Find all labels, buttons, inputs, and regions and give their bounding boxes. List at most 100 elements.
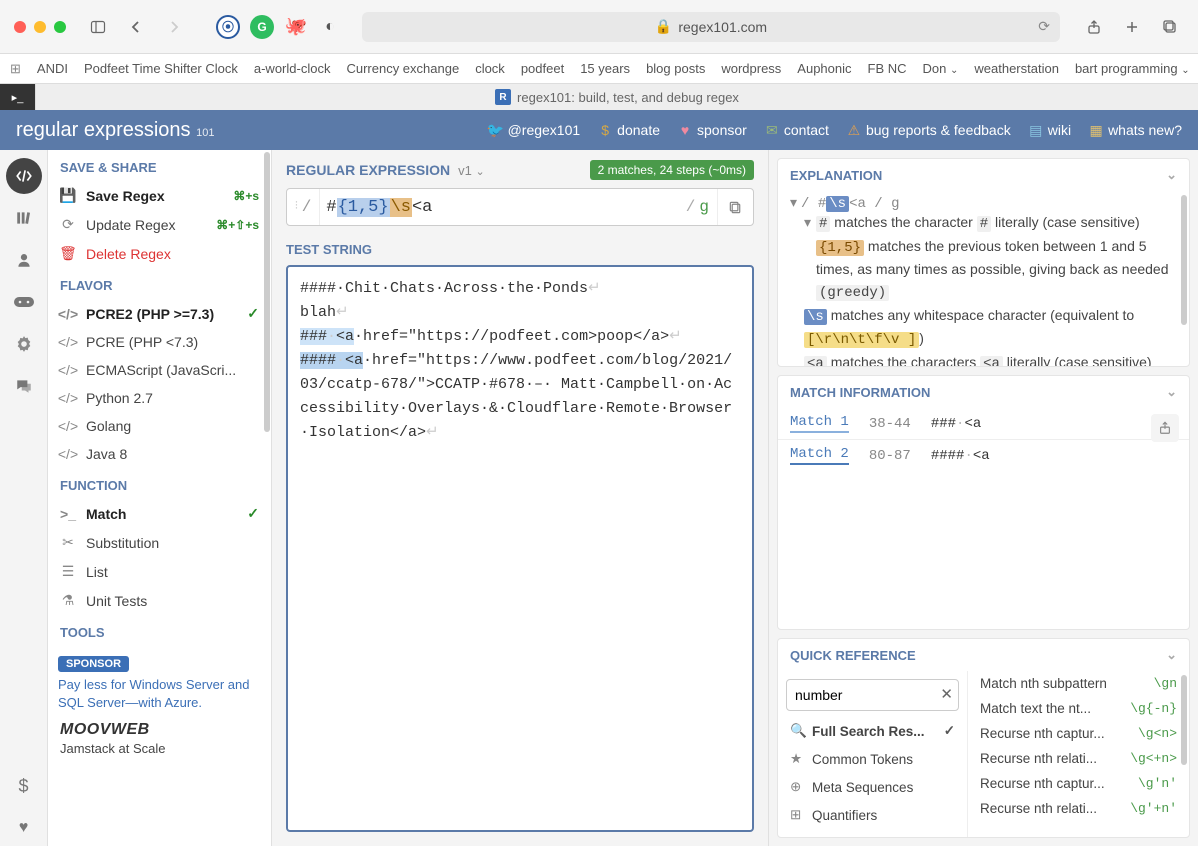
flavor-ecmascript[interactable]: </>ECMAScript (JavaScri... [48, 356, 271, 384]
app-header: regular expressions 101 🐦@regex101 $dona… [0, 110, 1198, 150]
function-unit-tests[interactable]: ⚗Unit Tests [48, 586, 271, 615]
flavor-pcre[interactable]: </>PCRE (PHP <7.3) [48, 328, 271, 356]
quickref-header[interactable]: QUICK REFERENCE⌄ [778, 639, 1189, 671]
left-scrollbar[interactable] [263, 150, 271, 846]
quickref-item[interactable]: Recurse nth relati...\g<+n> [968, 746, 1189, 771]
explanation-root[interactable]: ▾/ #\s<a / g [790, 195, 1177, 212]
match-row-1[interactable]: Match 1 38-44 ###·<a [778, 408, 1189, 440]
delimiter-menu[interactable]: ⫶/ [287, 189, 320, 225]
explanation-header[interactable]: EXPLANATION⌄ [778, 159, 1189, 191]
sponsor-moovweb-logo[interactable]: MOOVWEB [60, 721, 259, 739]
rail-donate[interactable]: $ [6, 768, 42, 804]
test-string-input[interactable]: ####·Chit·Chats·Across·the·Ponds↵ blah↵ … [286, 265, 754, 832]
regex-pattern-field[interactable]: #{1,5}\s<a [320, 189, 677, 225]
bugs-link[interactable]: ⚠bug reports & feedback [847, 122, 1011, 138]
scrollbar-thumb[interactable] [1181, 675, 1187, 765]
bookmark-andi[interactable]: ANDI [37, 61, 68, 76]
regex-version[interactable]: v1 ⌄ [458, 163, 485, 178]
quickref-item[interactable]: Recurse nth relati...\g'+n' [968, 796, 1189, 821]
flavor-pcre2[interactable]: </>PCRE2 (PHP >=7.3)✓ [48, 299, 271, 328]
flavor-java[interactable]: </>Java 8 [48, 440, 271, 468]
function-match[interactable]: >_Match✓ [48, 499, 271, 528]
quickref-item[interactable]: Match nth subpattern\gn [968, 671, 1189, 696]
rail-settings[interactable] [6, 326, 42, 362]
bookmark-clock[interactable]: clock [475, 61, 505, 76]
update-regex-item[interactable]: ⟳ Update Regex ⌘+⇧+s [48, 210, 271, 239]
new-tab-icon[interactable] [1118, 13, 1146, 41]
wiki-link[interactable]: ▤wiki [1029, 122, 1071, 138]
quickref-cat-common[interactable]: ★Common Tokens [786, 745, 959, 773]
contact-link[interactable]: ✉contact [765, 122, 829, 138]
whatsnew-link[interactable]: ▦whats new? [1089, 122, 1182, 138]
apps-grid-icon[interactable]: ⊞ [10, 61, 21, 77]
regex-section-title: REGULAR EXPRESSION [286, 162, 450, 178]
twitter-link[interactable]: 🐦@regex101 [489, 122, 581, 138]
sponsor-link-azure[interactable]: Pay less for Windows Server and SQL Serv… [58, 676, 261, 711]
active-tab[interactable]: R regex101: build, test, and debug regex [36, 89, 1198, 105]
export-matches-button[interactable] [1151, 414, 1179, 442]
regex-input[interactable]: ⫶/ #{1,5}\s<a / g [286, 188, 754, 226]
bookmark-currency[interactable]: Currency exchange [346, 61, 459, 76]
bookmark-don[interactable]: Don ⌄ [923, 61, 959, 76]
quickref-item[interactable]: Recurse nth captur...\g'n' [968, 771, 1189, 796]
extension-icon-grammarly[interactable]: G [250, 15, 274, 39]
regex-header: REGULAR EXPRESSION v1 ⌄ 2 matches, 24 st… [272, 150, 768, 188]
function-substitution[interactable]: ✂Substitution [48, 528, 271, 557]
quickref-item[interactable]: Recurse nth captur...\g<n> [968, 721, 1189, 746]
address-bar[interactable]: 🔒 regex101.com ⟳ [362, 12, 1060, 42]
extension-icon-shield[interactable]: ◐ [318, 15, 342, 39]
match-row-2[interactable]: Match 2 80-87 ####·<a [778, 440, 1189, 471]
forward-button[interactable] [160, 13, 188, 41]
flavor-golang[interactable]: </>Golang [48, 412, 271, 440]
bookmark-auphonic[interactable]: Auphonic [797, 61, 851, 76]
scrollbar-thumb[interactable] [1181, 195, 1187, 325]
bookmark-podfeet[interactable]: podfeet [521, 61, 564, 76]
extension-icon-octopus[interactable]: 🐙 [284, 15, 308, 39]
flavor-python[interactable]: </>Python 2.7 [48, 384, 271, 412]
bookmark-15years[interactable]: 15 years [580, 61, 630, 76]
rail-quiz[interactable] [6, 284, 42, 320]
sponsor-link[interactable]: ♥sponsor [678, 122, 747, 138]
donate-link[interactable]: $donate [598, 122, 660, 138]
copy-regex-button[interactable] [717, 189, 753, 225]
rail-regex-editor[interactable] [6, 158, 42, 194]
pinned-tab[interactable]: ▸_ [0, 84, 36, 110]
quickref-cat-full-search[interactable]: 🔍Full Search Res...✓ [786, 717, 959, 745]
rail-account[interactable] [6, 242, 42, 278]
bookmark-world-clock[interactable]: a-world-clock [254, 61, 331, 76]
rail-library[interactable] [6, 200, 42, 236]
reload-icon[interactable]: ⟳ [1038, 18, 1050, 35]
delete-regex-item[interactable]: 🗑 Delete Regex [48, 239, 271, 268]
bookmark-podfeet-clock[interactable]: Podfeet Time Shifter Clock [84, 61, 238, 76]
save-regex-item[interactable]: 💾 Save Regex ⌘+s [48, 181, 271, 210]
share-icon[interactable] [1080, 13, 1108, 41]
close-window-button[interactable] [14, 21, 26, 33]
rail-favorite[interactable]: ♥ [6, 810, 42, 846]
maximize-window-button[interactable] [54, 21, 66, 33]
rail-chat[interactable] [6, 368, 42, 404]
sidebar-toggle-icon[interactable] [84, 13, 112, 41]
section-save-share: SAVE & SHARE [48, 150, 271, 181]
clear-search-icon[interactable]: ✕ [940, 685, 953, 703]
quickref-search-input[interactable] [786, 679, 959, 711]
tabs-overview-icon[interactable] [1156, 13, 1184, 41]
quickref-cat-quantifiers[interactable]: ⊞Quantifiers [786, 801, 959, 829]
back-button[interactable] [122, 13, 150, 41]
save-icon: 💾 [60, 187, 76, 204]
bookmark-wordpress[interactable]: wordpress [721, 61, 781, 76]
minimize-window-button[interactable] [34, 21, 46, 33]
trash-icon: 🗑 [60, 245, 76, 262]
extension-icon-1password[interactable]: ⦿ [216, 15, 240, 39]
bookmark-fbnc[interactable]: FB NC [868, 61, 907, 76]
match-info-header[interactable]: MATCH INFORMATION⌄ [778, 376, 1189, 408]
quickref-cat-meta[interactable]: ⊕Meta Sequences [786, 773, 959, 801]
bookmark-bart[interactable]: bart programming ⌄ [1075, 61, 1190, 76]
app-logo[interactable]: regular expressions 101 [16, 119, 214, 142]
regex-flags[interactable]: / g [678, 189, 717, 225]
bookmark-weatherstation[interactable]: weatherstation [974, 61, 1059, 76]
bookmarks-bar: ⊞ ANDI Podfeet Time Shifter Clock a-worl… [0, 54, 1198, 84]
news-icon: ▦ [1089, 123, 1103, 137]
quickref-item[interactable]: Match text the nt...\g{-n} [968, 696, 1189, 721]
function-list[interactable]: ☰List [48, 557, 271, 586]
bookmark-blogposts[interactable]: blog posts [646, 61, 705, 76]
